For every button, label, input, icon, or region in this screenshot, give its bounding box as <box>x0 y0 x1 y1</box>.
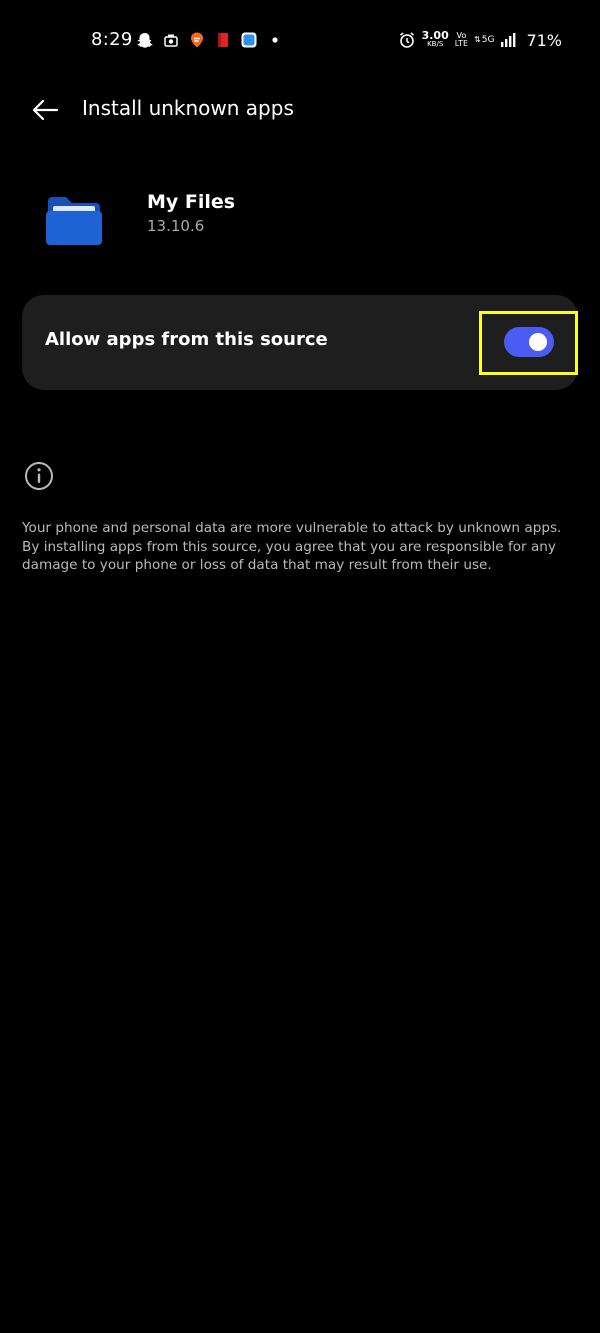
swiggy-icon <box>191 32 203 48</box>
more-notifications-dot-icon <box>272 37 278 43</box>
network-speed-unit: KB/S <box>427 40 444 48</box>
app-bar: Install unknown apps <box>0 80 600 140</box>
app-version: 13.10.6 <box>147 217 205 235</box>
battery-percent: 71% <box>526 30 562 50</box>
volte-indicator: Vo LTE <box>455 32 468 48</box>
network-speed-value: 3.00 <box>421 29 449 42</box>
network-type-label: 5G <box>481 35 495 45</box>
signal-icon <box>501 33 516 47</box>
status-time: 8:29 <box>91 29 133 50</box>
alarm-icon <box>399 32 414 48</box>
blue-app-icon <box>241 32 257 48</box>
status-right-icons: 3.00 KB/S Vo LTE ⇅ 5G 71% <box>398 28 562 52</box>
allow-apps-setting-row[interactable]: Allow apps from this source <box>22 295 578 390</box>
status-bar: 8:29 3.00 KB/S Vo LTE ⇅ 5G 71% <box>0 0 600 80</box>
allow-apps-label: Allow apps from this source <box>45 329 328 350</box>
info-text: Your phone and personal data are more vu… <box>22 520 562 573</box>
app-info: My Files 13.10.6 <box>0 175 600 265</box>
camera-notification-icon <box>164 34 178 47</box>
allow-apps-toggle[interactable] <box>504 327 554 357</box>
notification-icons <box>136 29 284 51</box>
snapchat-icon <box>137 33 153 48</box>
page-title: Install unknown apps <box>82 96 294 120</box>
red-app-icon <box>218 33 228 47</box>
network-speed: 3.00 KB/S <box>421 29 449 49</box>
app-name: My Files <box>147 191 236 213</box>
back-arrow-icon <box>32 99 59 121</box>
network-type: ⇅ 5G <box>474 35 495 45</box>
back-button[interactable] <box>22 92 68 128</box>
volte-bottom: LTE <box>454 39 469 48</box>
my-files-folder-icon <box>46 197 102 245</box>
toggle-knob <box>529 333 547 351</box>
info-icon <box>25 462 53 490</box>
